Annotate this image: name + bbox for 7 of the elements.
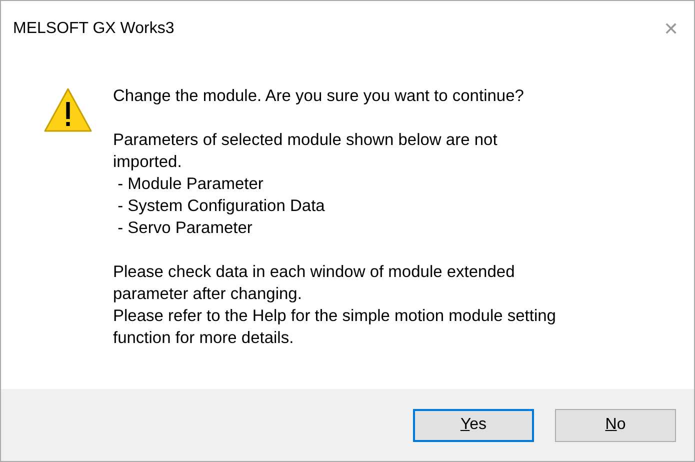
warning-icon	[43, 87, 93, 133]
dialog-button[interactable]: No	[555, 408, 676, 442]
message-text: Parameters of selected module shown below are not imported. - Module Parameter - System Configuration Data - Servo Parameter	[113, 130, 498, 239]
message-text: Change the module. Are you sure you want to continue?	[113, 86, 525, 107]
message-text: Please check data in each window of module extended parameter after changing. Please refer to the Help for the simple motion module setting function for more details.	[113, 262, 556, 349]
dialog-button[interactable]: Yes	[413, 408, 534, 442]
window-title: MELSOFT GX Works3	[13, 19, 174, 39]
